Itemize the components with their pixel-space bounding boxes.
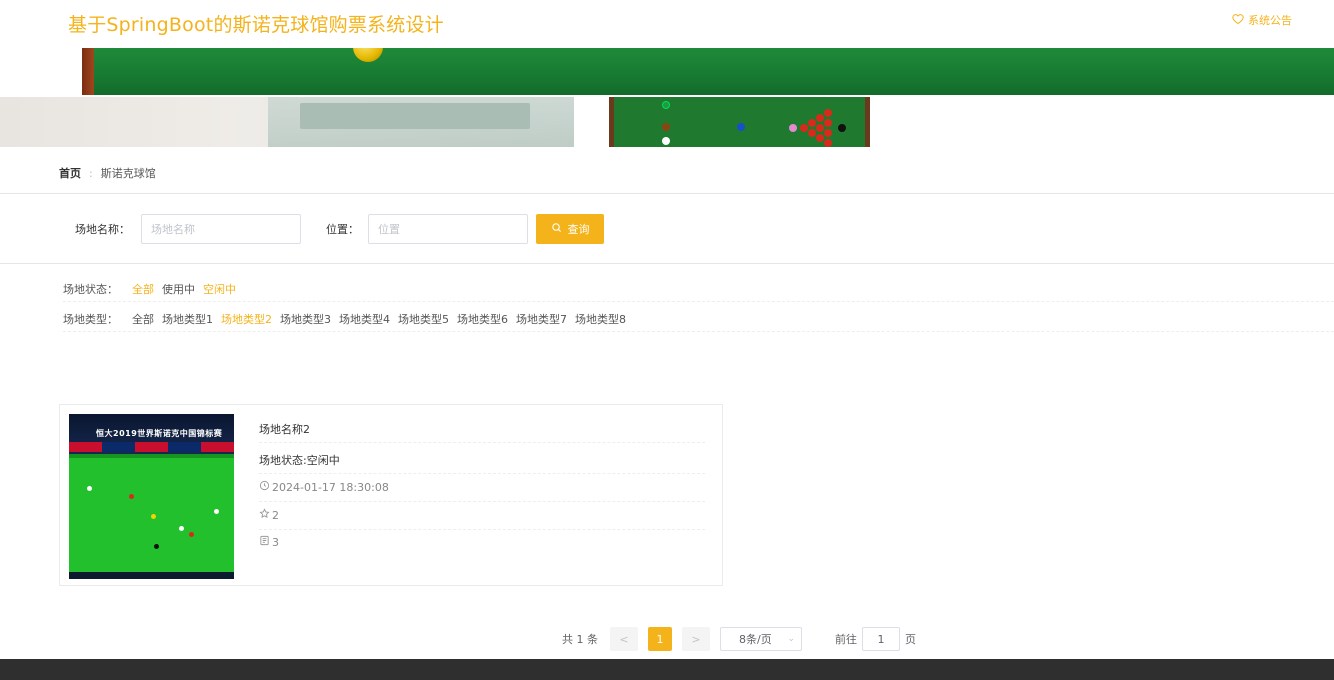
breadcrumb-home[interactable]: 首页: [59, 165, 81, 181]
type-option-8[interactable]: 场地类型8: [575, 311, 626, 327]
banner-image-top: [0, 48, 1334, 95]
venue-comments: 3: [259, 535, 279, 549]
type-option-2[interactable]: 场地类型2: [221, 311, 272, 327]
breadcrumb: 首页 : 斯诺克球馆: [59, 165, 156, 181]
pagination: 共 1 条 < 1 > 8条/页 ⌄ 前往 页: [562, 627, 916, 651]
status-option-in-use[interactable]: 使用中: [162, 281, 195, 297]
status-filter-row: 场地状态： 全部 使用中 空闲中: [63, 279, 244, 299]
system-notice-link[interactable]: 系统公告: [1232, 12, 1292, 28]
type-option-4[interactable]: 场地类型4: [339, 311, 390, 327]
status-filter-label: 场地状态：: [63, 283, 118, 296]
venue-name-input[interactable]: [141, 214, 301, 244]
location-input[interactable]: [368, 214, 528, 244]
divider: [259, 473, 705, 474]
type-option-1[interactable]: 场地类型1: [162, 311, 213, 327]
venue-thumbnail[interactable]: 恒大2019世界斯诺克中国锦标赛: [69, 414, 234, 579]
chevron-down-icon: ⌄: [787, 634, 795, 644]
breadcrumb-current: 斯诺克球馆: [100, 167, 156, 180]
type-option-7[interactable]: 场地类型7: [516, 311, 567, 327]
venue-name[interactable]: 场地名称2: [259, 421, 310, 437]
pagination-prev-button[interactable]: <: [610, 627, 638, 651]
divider: [259, 442, 705, 443]
heart-icon: [1232, 13, 1244, 28]
goto-label: 前往: [835, 633, 857, 646]
page-size-value: 8条/页: [739, 633, 772, 646]
status-option-idle[interactable]: 空闲中: [203, 281, 236, 297]
system-notice-label: 系统公告: [1248, 14, 1292, 27]
venue-time: 2024-01-17 18:30:08: [259, 480, 389, 494]
name-field-label: 场地名称：: [75, 223, 130, 236]
top-bar: 基于SpringBoot的斯诺克球馆购票系统设计 系统公告: [0, 0, 1334, 48]
comment-icon: [259, 535, 270, 549]
clock-icon: [259, 480, 270, 494]
type-option-5[interactable]: 场地类型5: [398, 311, 449, 327]
star-icon: [259, 508, 270, 522]
banner-image-strip: [0, 97, 1334, 147]
search-button[interactable]: 查询: [536, 214, 604, 244]
type-option-all[interactable]: 全部: [132, 311, 154, 327]
divider: [259, 529, 705, 530]
venue-comments-count: 3: [272, 535, 279, 549]
type-option-3[interactable]: 场地类型3: [280, 311, 331, 327]
footer-bar: [0, 659, 1334, 680]
type-filter-label: 场地类型：: [63, 313, 118, 326]
location-filter: 位置：: [326, 214, 359, 244]
pagination-next-button[interactable]: >: [682, 627, 710, 651]
billiard-room-image: [0, 97, 574, 147]
site-title[interactable]: 基于SpringBoot的斯诺克球馆购票系统设计: [68, 10, 444, 37]
venue-stars-count: 2: [272, 508, 279, 522]
divider: [63, 331, 1334, 332]
divider: [259, 501, 705, 502]
search-icon: [551, 222, 562, 236]
goto-page-input[interactable]: [862, 627, 900, 651]
type-option-6[interactable]: 场地类型6: [457, 311, 508, 327]
pagination-total: 共 1 条: [562, 633, 598, 646]
venue-time-text: 2024-01-17 18:30:08: [272, 480, 389, 494]
search-button-label: 查询: [567, 224, 590, 236]
venue-status: 场地状态:空闲中: [259, 454, 340, 467]
page-size-select[interactable]: 8条/页 ⌄: [720, 627, 802, 651]
breadcrumb-separator: :: [89, 166, 93, 180]
thumbnail-caption: 恒大2019世界斯诺克中国锦标赛: [96, 429, 223, 438]
snooker-table-image: [609, 97, 870, 147]
venue-card[interactable]: 恒大2019世界斯诺克中国锦标赛 场地名称2 场地状态:空闲中 2024-01-…: [59, 404, 723, 586]
type-filter-row: 场地类型： 全部 场地类型1 场地类型2 场地类型3 场地类型4 场地类型5 场…: [63, 309, 634, 329]
pagination-page-1[interactable]: 1: [648, 627, 672, 651]
location-field-label: 位置：: [326, 223, 359, 236]
status-option-all[interactable]: 全部: [132, 281, 154, 297]
venue-stars: 2: [259, 508, 279, 522]
goto-suffix: 页: [905, 633, 916, 646]
name-filter: 场地名称：: [75, 214, 130, 244]
divider: [0, 263, 1334, 264]
divider: [63, 301, 1334, 302]
divider: [0, 193, 1334, 194]
